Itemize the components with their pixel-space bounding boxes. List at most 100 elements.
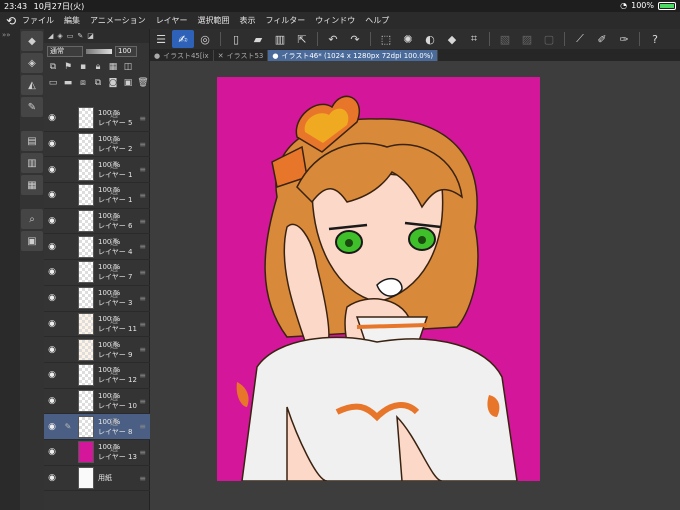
flip-vertical-icon[interactable]: ▨ (516, 30, 538, 48)
layer-drag-handle-icon[interactable]: ≡ (139, 397, 146, 406)
layer-row[interactable]: ◉ 通 100 % レイヤー 13 ≡ (44, 440, 150, 466)
layer-drag-handle-icon[interactable]: ≡ (139, 320, 146, 329)
invert-selection-icon[interactable]: ◐ (419, 30, 441, 48)
layer-drag-handle-icon[interactable]: ≡ (139, 191, 146, 200)
draft-icon[interactable]: ▪ (77, 61, 89, 73)
visibility-eye-icon[interactable]: ◉ (44, 396, 60, 406)
layer-drag-handle-icon[interactable]: ≡ (139, 474, 146, 483)
menu-filter[interactable]: フィルター (265, 15, 305, 26)
tool-layers-icon[interactable]: ◈ (21, 53, 43, 73)
layer-row[interactable]: ◉ 通 100 % レイヤー 5 ≡ (44, 106, 150, 132)
layer-row[interactable]: ◉ 通 100 % レイヤー 1 ≡ (44, 157, 150, 184)
visibility-eye-icon[interactable]: ◉ (44, 473, 60, 483)
visibility-eye-icon[interactable]: ◉ (44, 139, 60, 149)
opacity-field[interactable]: 100 (115, 45, 137, 57)
layer-drag-handle-icon[interactable]: ≡ (139, 165, 146, 174)
delete-layer-icon[interactable]: 🗑︎ (137, 77, 149, 89)
lock-icon[interactable]: 🔒︎ (92, 61, 104, 73)
flip-horizontal-icon[interactable]: ▧ (494, 30, 516, 48)
perspective-ruler-icon[interactable]: ✐ (591, 30, 613, 48)
layer-drag-handle-icon[interactable]: ≡ (139, 422, 146, 431)
layer-row[interactable]: ◉ 通 100 % レイヤー 10 ≡ (44, 389, 150, 415)
close-icon[interactable]: ✕ (218, 52, 224, 60)
visibility-eye-icon[interactable]: ◉ (44, 216, 60, 226)
layer-row[interactable]: ◉ 用紙 ≡ (44, 466, 150, 492)
layer-mask-icon[interactable]: ◙ (107, 77, 119, 89)
layer-row[interactable]: ◉ 通 100 % レイヤー 7 ≡ (44, 260, 150, 286)
layer-drag-handle-icon[interactable]: ≡ (139, 140, 146, 149)
touch-gesture-icon[interactable]: ✍ (172, 30, 194, 48)
export-icon[interactable]: ⇱ (291, 30, 313, 48)
editing-pen-icon[interactable]: ✎ (60, 422, 76, 431)
layer-row[interactable]: ◉ 通 100 % レイヤー 12 ≡ (44, 363, 150, 389)
lock-transparent-icon[interactable]: ▦ (107, 61, 119, 73)
save-icon[interactable]: ▥ (269, 30, 291, 48)
layer-row[interactable]: ◉ 通 100 % レイヤー 9 ≡ (44, 337, 150, 363)
layer-row[interactable]: ◉ ✎ 通 100 % レイヤー 8 ≡ (44, 414, 150, 440)
panel-tab-layer-icon[interactable]: ▭ (67, 32, 74, 40)
tool-material-icon[interactable]: ▣ (21, 231, 43, 251)
layer-drag-handle-icon[interactable]: ≡ (139, 217, 146, 226)
layer-row[interactable]: ◉ 通 100 % レイヤー 11 ≡ (44, 312, 150, 338)
hamburger-menu-icon[interactable]: ☰ (150, 30, 172, 48)
visibility-eye-icon[interactable]: ◉ (44, 447, 60, 457)
blend-mode-select[interactable]: 通常 (47, 45, 83, 57)
visibility-eye-icon[interactable]: ◉ (44, 113, 60, 123)
select-all-icon[interactable]: ✺ (397, 30, 419, 48)
tool-pen-icon[interactable]: ✎ (21, 97, 43, 117)
tab-document-3[interactable]: ● イラスト46* (1024 x 1280px 72dpi 100.0%) (268, 50, 439, 61)
layer-row[interactable]: ◉ 通 100 % レイヤー 6 ≡ (44, 209, 150, 235)
layer-row[interactable]: ◉ 通 100 % レイヤー 4 ≡ (44, 234, 150, 261)
canvas-area[interactable] (150, 61, 680, 510)
reference-icon[interactable]: ⚑ (62, 61, 74, 73)
artwork-canvas[interactable] (217, 77, 540, 481)
opacity-slider[interactable] (86, 48, 112, 54)
menu-file[interactable]: ファイル (22, 15, 54, 26)
new-file-icon[interactable]: ▯ (225, 30, 247, 48)
menu-view[interactable]: 表示 (239, 15, 255, 26)
mask-icon[interactable]: ◫ (122, 61, 134, 73)
visibility-eye-icon[interactable]: ◉ (44, 345, 60, 355)
tool-panel-a-icon[interactable]: ▤ (21, 131, 43, 151)
tool-panel-c-icon[interactable]: ▦ (21, 175, 43, 195)
menu-help[interactable]: ヘルプ (365, 15, 389, 26)
visibility-eye-icon[interactable]: ◉ (44, 319, 60, 329)
visibility-eye-icon[interactable]: ◉ (44, 422, 60, 432)
menu-edit[interactable]: 編集 (64, 15, 80, 26)
visibility-eye-icon[interactable]: ◉ (44, 242, 60, 252)
help-icon[interactable]: ? (644, 30, 666, 48)
collapse-arrows-icon[interactable]: »» (0, 29, 20, 41)
ruler-icon[interactable]: ⟋ (569, 30, 591, 48)
layer-row[interactable]: ◉ 通 100 % レイヤー 3 ≡ (44, 286, 150, 312)
layer-drag-handle-icon[interactable]: ≡ (139, 114, 146, 123)
panel-tab-c-icon[interactable]: ✎ (77, 32, 83, 40)
visibility-eye-icon[interactable]: ◉ (44, 165, 60, 175)
layer-drag-handle-icon[interactable]: ≡ (139, 268, 146, 277)
layer-drag-handle-icon[interactable]: ≡ (139, 345, 146, 354)
layer-drag-handle-icon[interactable]: ≡ (139, 448, 146, 457)
panel-tab-a-icon[interactable]: ◢ (48, 32, 53, 40)
tool-search-icon[interactable]: ⌕ (21, 209, 43, 229)
visibility-eye-icon[interactable]: ◉ (44, 293, 60, 303)
new-raster-layer-icon[interactable]: ▭ (47, 77, 59, 89)
rotate-icon[interactable]: ▢ (538, 30, 560, 48)
transfer-down-icon[interactable]: ⧈ (77, 77, 89, 89)
crop-icon[interactable]: ⌗ (463, 30, 485, 48)
clip-studio-logo-icon[interactable]: ⟲ (0, 12, 22, 29)
visibility-eye-icon[interactable]: ◉ (44, 267, 60, 277)
tab-document-2[interactable]: ✕ イラスト53 (214, 50, 269, 61)
panel-tab-d-icon[interactable]: ◪ (87, 32, 94, 40)
panel-tab-b-icon[interactable]: ◈ (57, 32, 62, 40)
layer-drag-handle-icon[interactable]: ≡ (139, 371, 146, 380)
redo-icon[interactable]: ↷ (344, 30, 366, 48)
visibility-eye-icon[interactable]: ◉ (44, 370, 60, 380)
menu-selection[interactable]: 選択範囲 (197, 15, 229, 26)
layer-drag-handle-icon[interactable]: ≡ (139, 294, 146, 303)
open-folder-icon[interactable]: ▰ (247, 30, 269, 48)
undo-icon[interactable]: ↶ (322, 30, 344, 48)
menu-layer[interactable]: レイヤー (156, 15, 188, 26)
tab-document-1[interactable]: ● イラスト45[ix (150, 50, 214, 61)
tool-fill-icon[interactable]: ◭ (21, 75, 43, 95)
menu-window[interactable]: ウィンドウ (315, 15, 355, 26)
menu-animation[interactable]: アニメーション (90, 15, 146, 26)
